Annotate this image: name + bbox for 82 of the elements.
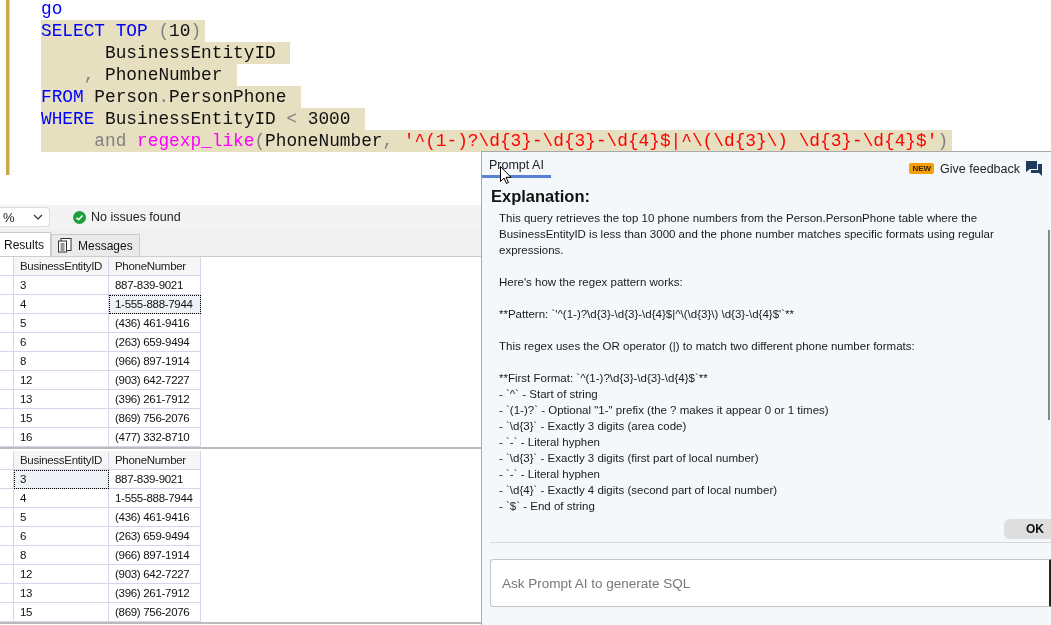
explanation-text: - `^` - Start of string <box>499 387 599 402</box>
row-header[interactable] <box>0 276 14 295</box>
table-cell: 1-555-888-7944 <box>109 295 201 314</box>
table-cell: 4 <box>14 489 109 508</box>
row-header[interactable] <box>0 352 14 371</box>
chevron-down-icon <box>33 214 43 220</box>
row-header[interactable] <box>0 527 14 546</box>
explanation-text: - `-` - Literal hyphen <box>499 467 601 482</box>
new-badge: NEW <box>909 163 935 174</box>
row-header[interactable] <box>0 390 14 409</box>
explanation-text: - `\d{3}` - Exactly 3 digits (first part of local number) <box>499 451 760 466</box>
table-cell: 13 <box>14 584 109 603</box>
table-cell: 3 <box>14 276 109 295</box>
row-header[interactable] <box>0 428 14 447</box>
table-cell: 13 <box>14 390 109 409</box>
table-cell: 1-555-888-7944 <box>109 489 201 508</box>
explanation-text: - `-` - Literal hyphen <box>499 435 601 450</box>
explanation-text: - `$` - End of string <box>499 499 596 514</box>
row-header[interactable] <box>0 565 14 584</box>
chat-icon[interactable] <box>1026 161 1042 176</box>
table-cell: (869) 756-2076 <box>109 603 201 622</box>
table-cell: 16 <box>14 428 109 447</box>
row-header[interactable] <box>0 295 14 314</box>
explanation-heading: Explanation: <box>491 187 590 207</box>
row-header[interactable] <box>0 508 14 527</box>
row-header[interactable] <box>0 489 14 508</box>
table-cell: 887-839-9021 <box>109 470 201 489</box>
table-cell: (436) 461-9416 <box>109 508 201 527</box>
table-cell: 8 <box>14 352 109 371</box>
zoom-dropdown[interactable]: % <box>0 207 50 227</box>
table-cell: 12 <box>14 371 109 390</box>
table-cell: 15 <box>14 409 109 428</box>
table-cell: 15 <box>14 603 109 622</box>
explanation-text: - `\d{3}` - Exactly 3 digits (area code) <box>499 419 688 434</box>
table-cell: 5 <box>14 314 109 333</box>
table-cell: 5 <box>14 508 109 527</box>
table-cell: (903) 642-7227 <box>109 371 201 390</box>
ok-button[interactable]: OK <box>1004 519 1051 539</box>
table-cell: (396) 261-7912 <box>109 390 201 409</box>
explanation-text: - `\d{4}` - Exactly 4 digits (second part of local number) <box>499 483 779 498</box>
document-icon <box>58 238 72 253</box>
table-cell: (966) 897-1914 <box>109 352 201 371</box>
table-cell: (396) 261-7912 <box>109 584 201 603</box>
explanation-text: Here's how the regex pattern works: <box>499 275 684 290</box>
row-header[interactable] <box>0 409 14 428</box>
table-cell: (477) 332-8710 <box>109 428 201 447</box>
column-header[interactable]: PhoneNumber <box>109 451 201 470</box>
column-header[interactable]: BusinessEntityID <box>14 257 109 276</box>
table-cell: (263) 659-9494 <box>109 333 201 352</box>
row-header[interactable] <box>0 470 14 489</box>
table-cell: (869) 756-2076 <box>109 409 201 428</box>
table-cell: 3 <box>14 470 109 489</box>
explanation-text: **First Format: `^(1-)?\d{3}-\d{3}-\d{4}$`** <box>499 371 709 386</box>
explanation-text: **Pattern: `'^(1-)?\d{3}-\d{3}-\d{4}$|^\(\d{3}\) \d{3}-\d{4}$'`** <box>499 307 795 322</box>
code-line: go <box>41 0 64 20</box>
results-tab[interactable]: Messages <box>51 234 140 256</box>
row-header[interactable] <box>0 546 14 565</box>
table-cell: (903) 642-7227 <box>109 565 201 584</box>
check-circle-icon <box>73 210 86 224</box>
row-header[interactable] <box>0 257 14 276</box>
table-cell: (966) 897-1914 <box>109 546 201 565</box>
table-cell: 8 <box>14 546 109 565</box>
table-cell: 6 <box>14 527 109 546</box>
feedback-link[interactable]: Give feedback <box>940 161 1020 176</box>
row-header[interactable] <box>0 584 14 603</box>
table-cell: (436) 461-9416 <box>109 314 201 333</box>
table-cell: (263) 659-9494 <box>109 527 201 546</box>
column-header[interactable]: PhoneNumber <box>109 257 201 276</box>
table-cell: 12 <box>14 565 109 584</box>
explanation-text: - `(1-)?` - Optional "1-" prefix (the ? makes it appear 0 or 1 times) <box>499 403 830 418</box>
status-text: No issues found <box>91 210 181 224</box>
results-tab[interactable]: Results <box>0 232 51 256</box>
row-header[interactable] <box>0 603 14 622</box>
row-header[interactable] <box>0 333 14 352</box>
table-cell: 6 <box>14 333 109 352</box>
row-header[interactable] <box>0 371 14 390</box>
prompt-input-field[interactable]: Ask Prompt AI to generate SQL <box>490 559 1051 607</box>
column-header[interactable]: BusinessEntityID <box>14 451 109 470</box>
row-header[interactable] <box>0 451 14 470</box>
explanation-text: This regex uses the OR operator (|) to match two different phone number formats: <box>499 339 916 354</box>
explanation-text: This query retrieves the top 10 phone numbers from the Person.PersonPhone table where the BusinessEntityID is less than 3000 and the phone number matches specific formats using regular expressions. <box>499 211 995 258</box>
row-header[interactable] <box>0 314 14 333</box>
